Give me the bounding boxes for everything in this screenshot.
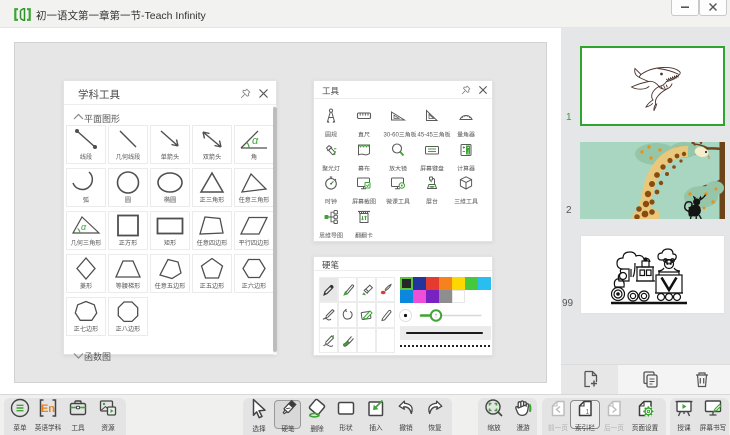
- svg-text:α: α: [252, 135, 259, 147]
- svg-text:α: α: [81, 222, 87, 232]
- svg-text:En: En: [41, 403, 55, 415]
- svg-text:1: 1: [585, 407, 589, 416]
